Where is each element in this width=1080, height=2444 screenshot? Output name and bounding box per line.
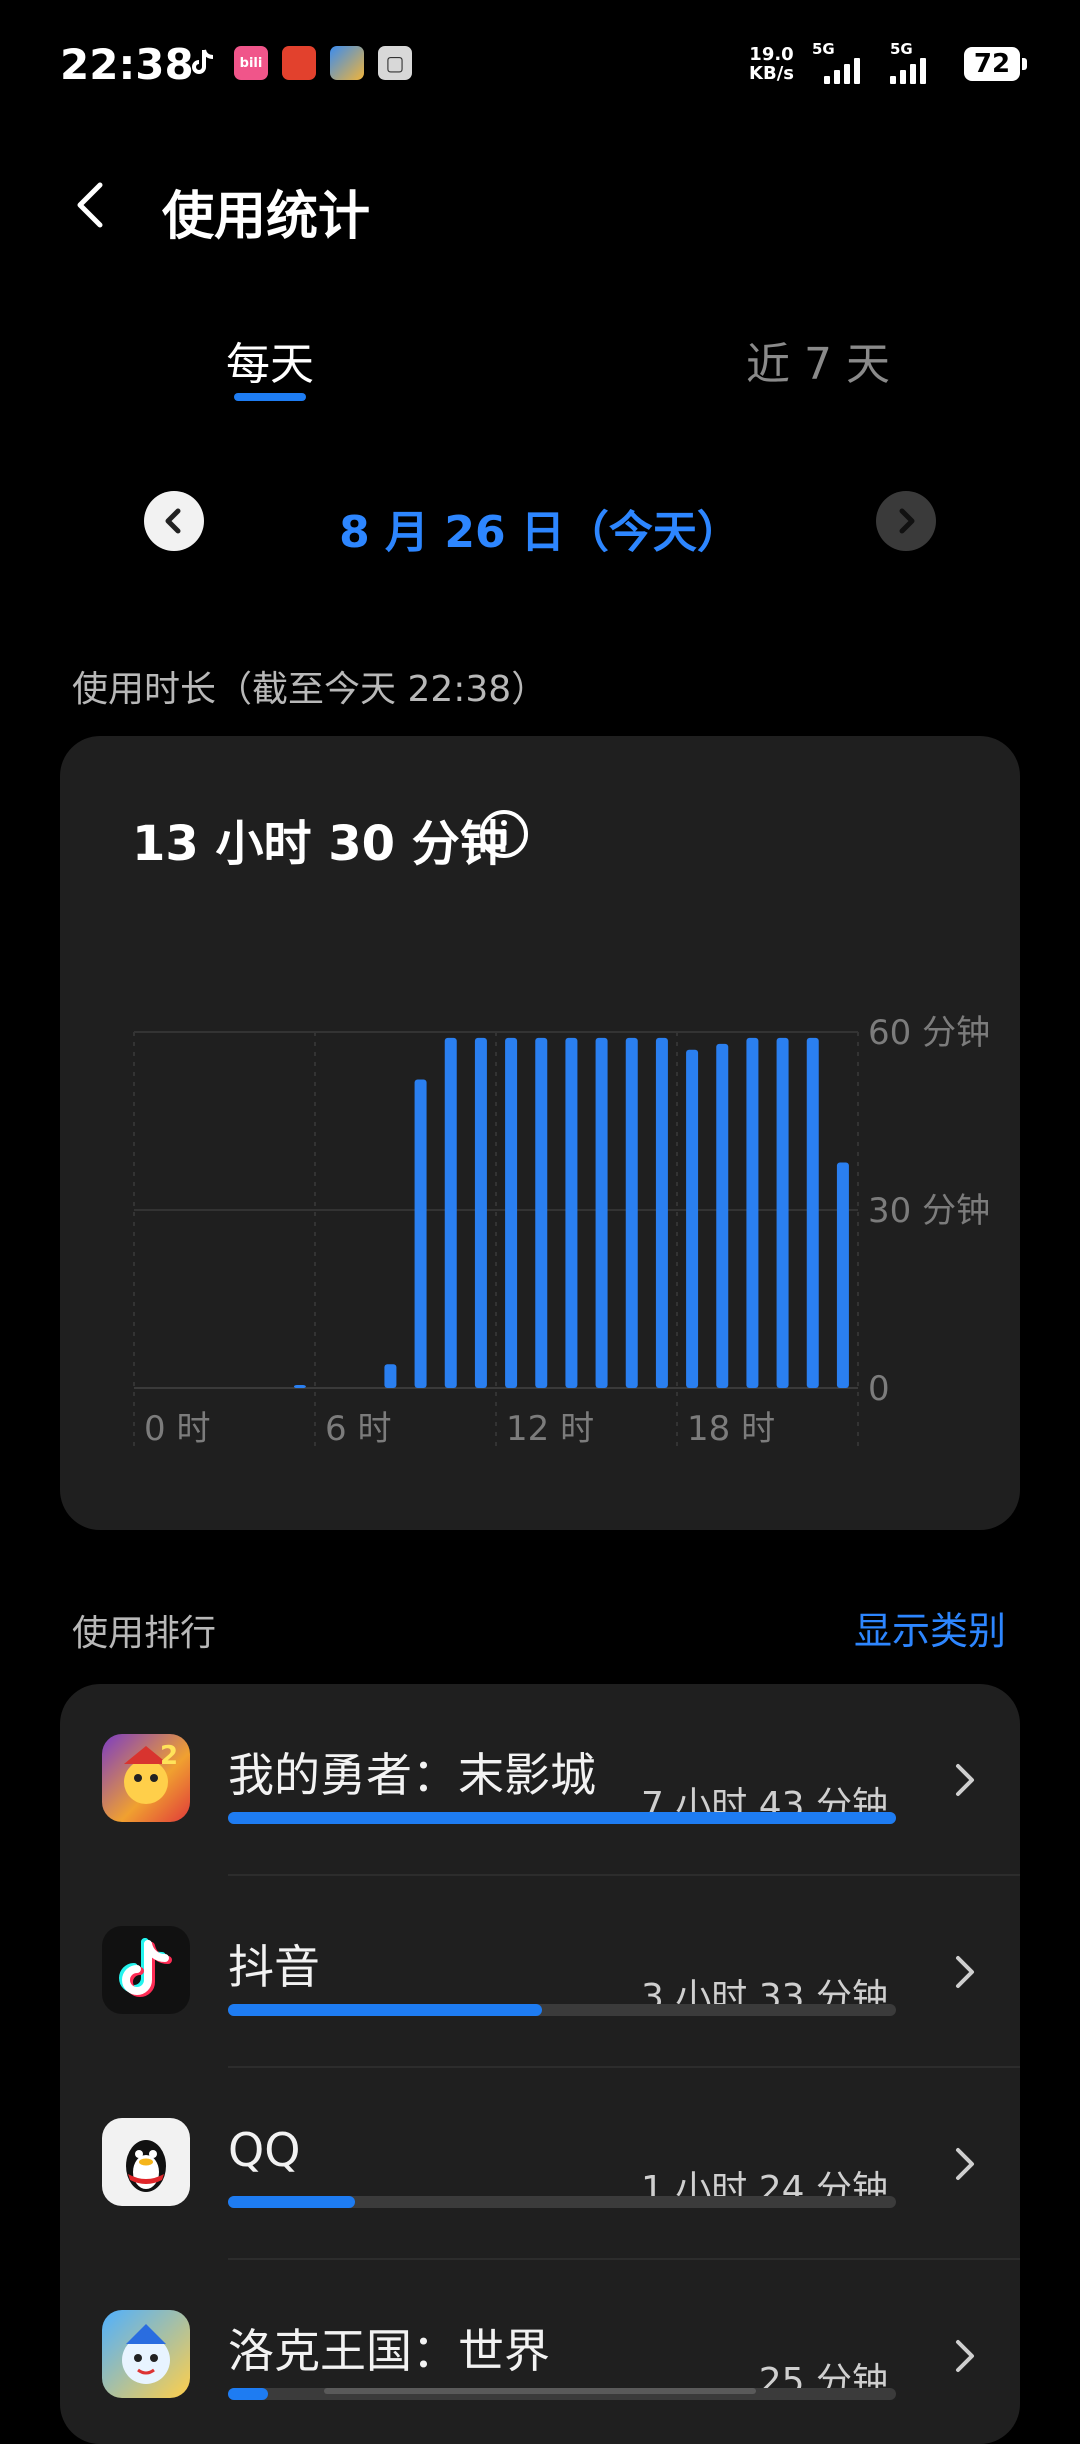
chevron-right-icon — [944, 2144, 984, 2184]
y-tick-label: 60 分钟 — [868, 1013, 990, 1053]
brave-game-icon: 2 — [102, 1734, 190, 1822]
svg-text:2: 2 — [160, 1741, 178, 1771]
list-item[interactable]: QQ 1 小时 24 分钟 — [60, 2068, 1020, 2260]
x-tick-label: 18 时 — [687, 1409, 775, 1449]
usage-progress-bar — [228, 1812, 896, 1824]
usage-progress-fill — [228, 2196, 355, 2208]
list-item[interactable]: 洛克王国：世界 25 分钟 — [60, 2260, 1020, 2444]
app-name: QQ — [228, 2123, 301, 2177]
chevron-right-icon — [944, 2336, 984, 2376]
chevron-right-icon — [944, 1760, 984, 1800]
douyin-icon — [102, 1926, 190, 2014]
bar-hour-19 — [716, 1043, 729, 1388]
y-tick-label: 0 — [868, 1369, 890, 1409]
usage-progress-fill — [228, 2388, 269, 2400]
bar-hour-20 — [746, 1037, 759, 1388]
bar-hour-15 — [595, 1037, 608, 1388]
bar-hour-11 — [474, 1037, 487, 1388]
qq-penguin-icon — [102, 2118, 190, 2206]
x-tick-label: 6 时 — [325, 1409, 391, 1449]
app-name: 洛克王国：世界 — [228, 2324, 550, 2378]
app-name: 抖音 — [228, 1940, 320, 1994]
bar-hour-17 — [655, 1037, 668, 1388]
list-item[interactable]: 抖音 3 小时 33 分钟 — [60, 1876, 1020, 2068]
usage-progress-bar — [228, 2004, 896, 2016]
bar-hour-14 — [565, 1037, 578, 1388]
bar-hour-18 — [686, 1049, 699, 1388]
x-tick-label: 12 时 — [506, 1409, 594, 1449]
bar-hour-12 — [505, 1037, 518, 1388]
bar-hour-8 — [384, 1364, 397, 1388]
roco-kingdom-icon — [102, 2310, 190, 2398]
bar-hour-21 — [776, 1037, 789, 1388]
list-item[interactable]: 2 我的勇者：末影城 7 小时 43 分钟 — [60, 1684, 1020, 1876]
bar-hour-23 — [836, 1162, 849, 1388]
bar-hour-16 — [625, 1037, 638, 1388]
bar-hour-9 — [414, 1079, 427, 1388]
app-ranking-list: 2 我的勇者：末影城 7 小时 43 分钟 抖音 3 小时 33 分钟 QQ 1… — [60, 1684, 1020, 2444]
show-category-link[interactable]: 显示类别 — [854, 1600, 1006, 1655]
bar-hour-22 — [806, 1037, 819, 1388]
bar-hour-10 — [444, 1037, 457, 1388]
bar-hour-5 — [293, 1385, 306, 1388]
bar-hour-13 — [535, 1037, 548, 1388]
usage-progress-fill — [228, 2004, 542, 2016]
usage-progress-fill — [228, 1812, 896, 1824]
y-tick-label: 30 分钟 — [868, 1191, 990, 1231]
home-indicator[interactable] — [324, 2388, 756, 2394]
hourly-usage-chart: 0 时 6 时 12 时 18 时 60 分钟 30 分钟 0 — [133, 1013, 990, 1449]
chevron-right-icon — [944, 1952, 984, 1992]
x-tick-label: 0 时 — [144, 1409, 210, 1449]
usage-progress-bar — [228, 2196, 896, 2208]
app-name: 我的勇者：末影城 — [228, 1748, 596, 1802]
ranking-section-label: 使用排行 — [72, 1613, 217, 1654]
